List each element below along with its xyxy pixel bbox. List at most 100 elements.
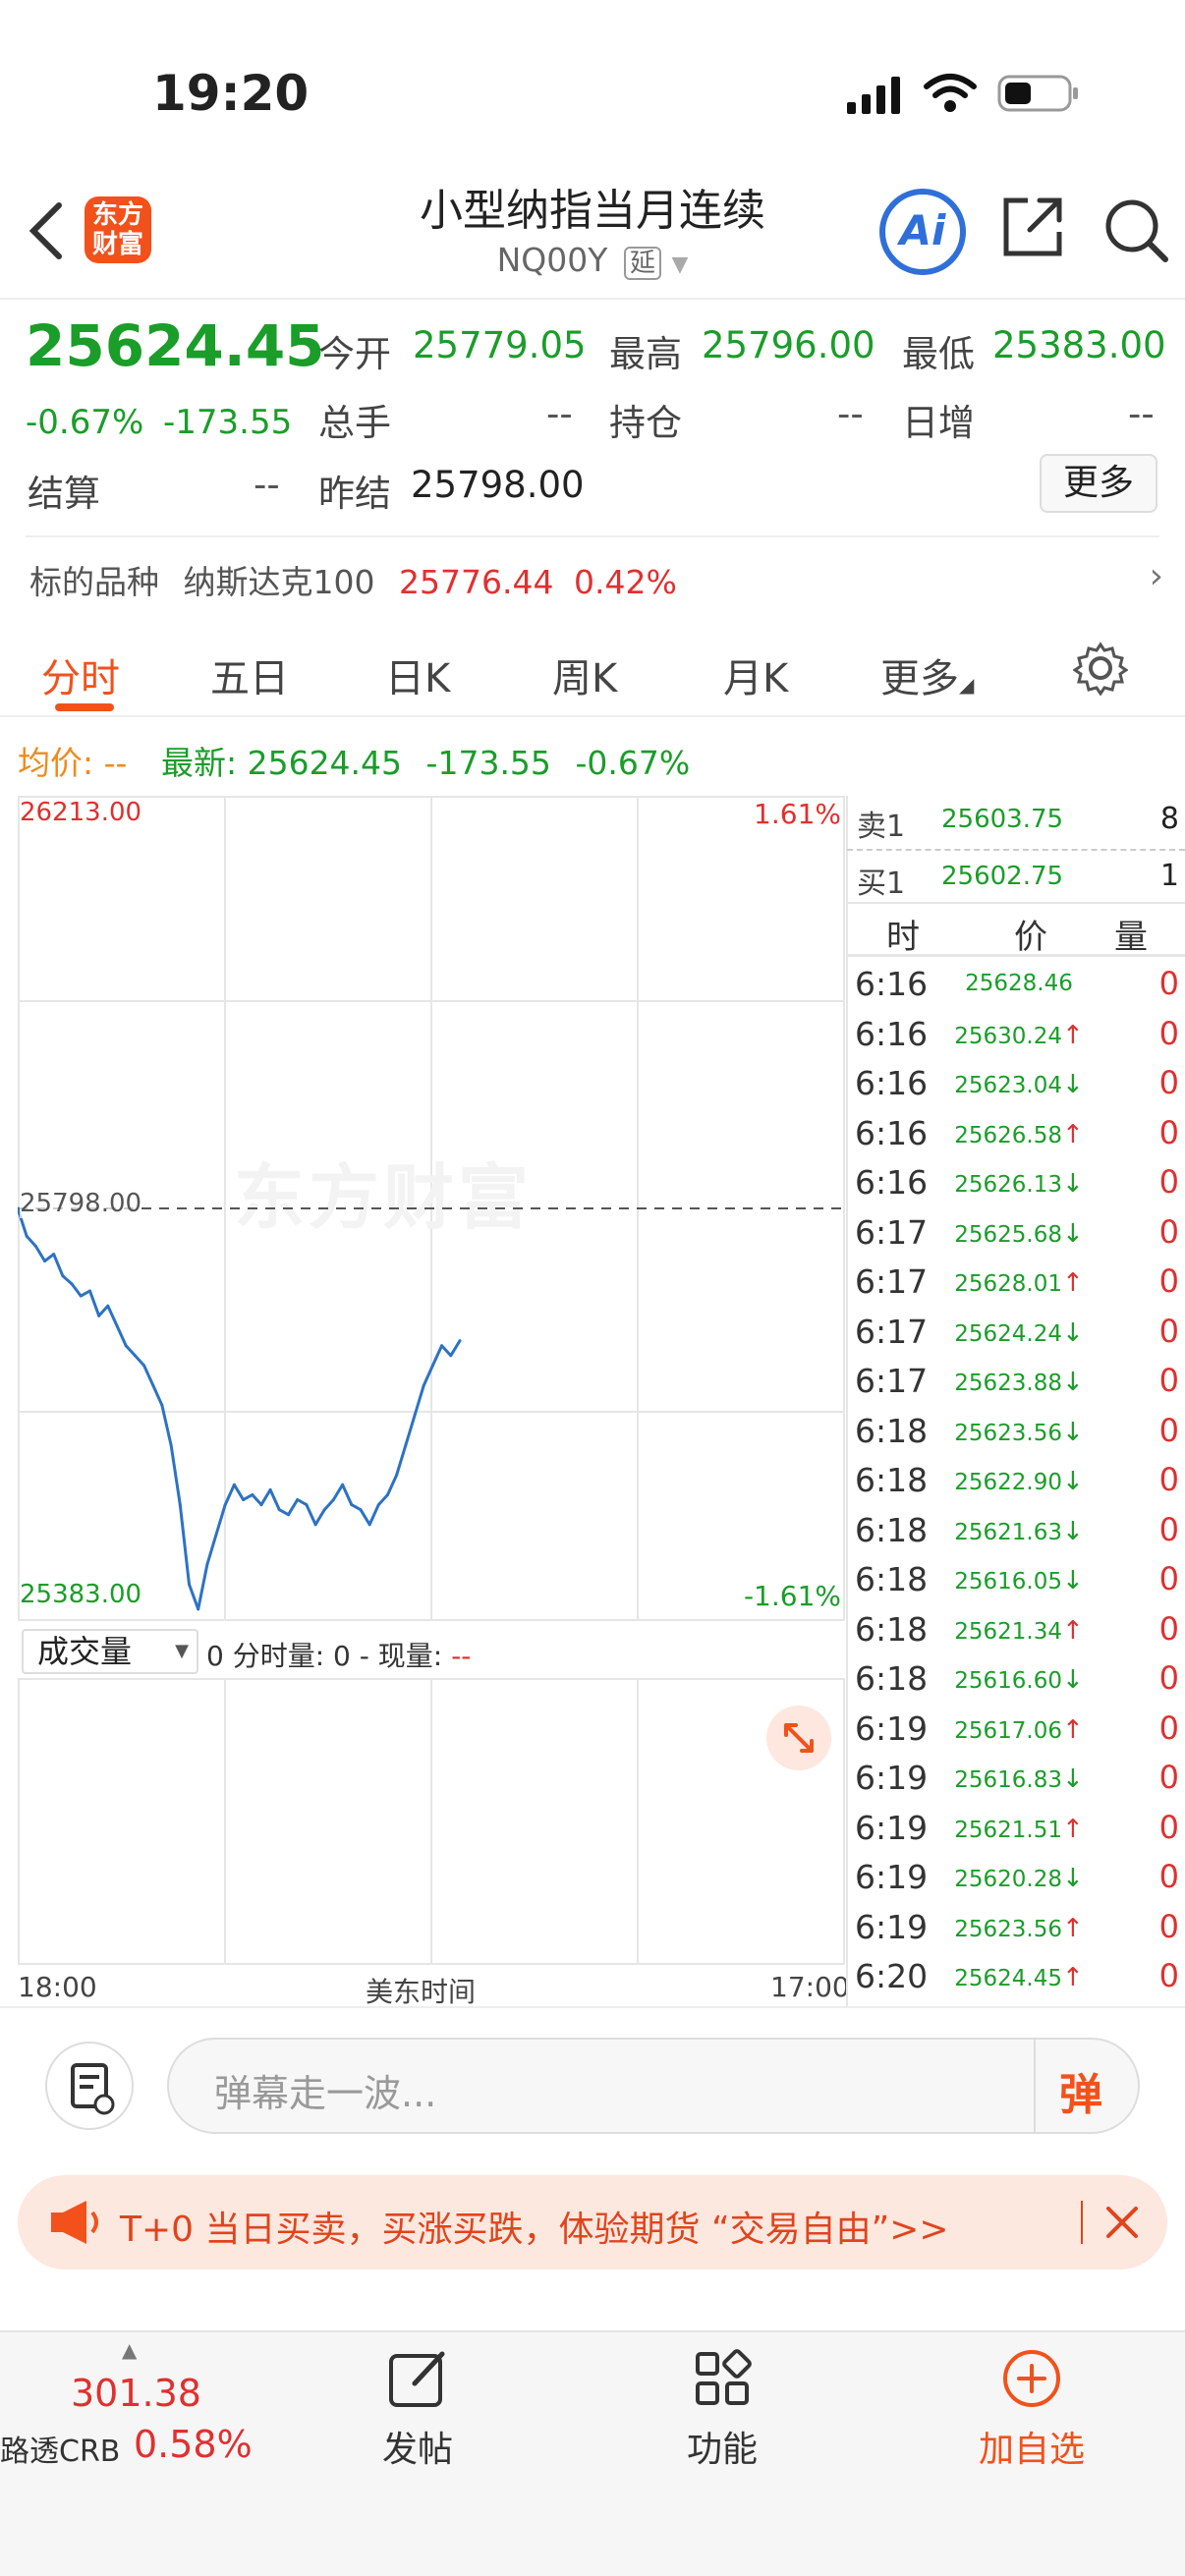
trade-qty: 0: [1158, 965, 1179, 1002]
expand-icon[interactable]: [766, 1706, 831, 1770]
trade-qty: 0: [1158, 1708, 1179, 1747]
tab-monthly-k[interactable]: 月K: [723, 646, 788, 703]
price-series-line: [18, 1207, 462, 1611]
trade-price: 25628.46: [926, 971, 1112, 996]
price-point: [52, 1253, 56, 1257]
trade-row: 6:20 25624.45↑ 0: [847, 1951, 1185, 2001]
trade-price: 25630.24↑: [926, 1021, 1112, 1050]
promo-banner[interactable]: T+0 当日买卖，买涨买跌，体验期货 “交易自由”>>: [18, 2175, 1167, 2269]
price-point: [25, 1234, 28, 1238]
trade-price: 25624.45↑: [926, 1963, 1112, 1992]
more-button[interactable]: 更多: [1040, 454, 1157, 513]
trade-row: 6:18 25616.60↓ 0: [847, 1653, 1185, 1704]
trade-price-value: 25628.01: [954, 1271, 1062, 1297]
trade-qty: 0: [1158, 1163, 1179, 1201]
trade-qty: 0: [1158, 1759, 1179, 1796]
trades-list[interactable]: 6:16 25628.46 0 6:16 25630.24↑ 0 6:16 25623.04↓…: [847, 959, 1185, 2000]
share-icon[interactable]: [1000, 195, 1065, 263]
search-icon[interactable]: [1102, 196, 1171, 269]
trade-time: 6:16: [855, 1163, 929, 1202]
trade-price: 25623.04↓: [926, 1070, 1112, 1099]
close-icon[interactable]: [1102, 2203, 1142, 2246]
open-value: 25779.05: [413, 324, 587, 366]
arrow-down-icon: ↓: [1061, 1566, 1084, 1596]
functions-button[interactable]: 功能: [668, 2346, 776, 2493]
daily-inc-label: 日增: [902, 402, 975, 444]
trade-qty: 0: [1158, 1461, 1179, 1498]
tab-five-day[interactable]: 五日: [210, 646, 289, 703]
tab-intraday[interactable]: 分时: [41, 646, 120, 703]
ai-button[interactable]: Ai: [879, 189, 966, 275]
grid-icon: [696, 2349, 752, 2405]
trade-time: 6:19: [855, 1708, 929, 1748]
trade-price-value: 25623.56: [954, 1916, 1062, 1942]
caret-up-icon: ▲: [122, 2338, 138, 2362]
low-value: 25383.00: [992, 324, 1166, 366]
trade-price-value: 25624.45: [954, 1966, 1062, 1991]
tab-weekly-k[interactable]: 周K: [552, 646, 617, 703]
intraday-chart[interactable]: 东方财富 26213.00 1.61% 25798.00 25383.00 -1…: [18, 796, 845, 1621]
trade-price: 25617.06↑: [926, 1715, 1112, 1745]
trade-time: 6:19: [855, 1858, 929, 1896]
trade-time: 6:19: [855, 1907, 929, 1946]
trade-row: 6:16 25628.46 0: [847, 959, 1185, 1009]
volume-selector[interactable]: 成交量 ▼: [22, 1629, 198, 1674]
trade-time: 6:16: [855, 965, 929, 1003]
danmu-toggle[interactable]: [1034, 2040, 1036, 2132]
notes-icon[interactable]: [45, 2042, 134, 2130]
prev-settle-value: 25798.00: [411, 464, 585, 506]
underlying-row[interactable]: 标的品种 纳斯达克100 25776.44 0.42% ›: [29, 556, 1169, 605]
separator: [0, 2006, 1185, 2008]
settle-label: 结算: [28, 473, 100, 515]
arrow-down-icon: ↓: [1061, 1218, 1084, 1249]
plus-circle-icon: [1003, 2350, 1060, 2407]
index-name: 路透CRB: [0, 2435, 121, 2469]
price-point: [61, 1274, 65, 1278]
latest-change: -173.55: [425, 744, 551, 782]
price-point: [33, 1245, 37, 1248]
price-point: [386, 1493, 389, 1496]
daily-inc-value: --: [1128, 393, 1155, 435]
price-point: [430, 1364, 434, 1368]
danmu-placeholder: 弹幕走一波...: [214, 2072, 437, 2115]
trade-price-value: 25623.56: [954, 1420, 1062, 1446]
trade-row: 6:16 25626.13↓ 0: [847, 1157, 1185, 1207]
volume-info-text: 0 分时量: 0 - 现量:: [206, 1640, 443, 1672]
price-point: [404, 1443, 408, 1447]
trade-time: 6:16: [855, 1064, 929, 1102]
trade-price: 25621.63↓: [926, 1517, 1112, 1546]
arrow-up-icon: ↑: [1061, 1814, 1084, 1844]
trade-price-value: 25616.60: [954, 1668, 1062, 1694]
divider: [26, 535, 1159, 537]
trade-price: 25621.34↑: [926, 1616, 1112, 1646]
price-point: [367, 1523, 371, 1527]
volume-info-value: --: [451, 1640, 472, 1672]
post-button[interactable]: 发帖: [364, 2346, 472, 2493]
settings-gear-icon[interactable]: [1072, 641, 1129, 700]
index-ticker[interactable]: ▲ 301.38 路透CRB 0.58%: [0, 2332, 275, 2490]
trade-time: 6:18: [855, 1461, 929, 1499]
tab-daily-k[interactable]: 日K: [385, 646, 450, 703]
arrow-up-icon: ↑: [1061, 1963, 1084, 1992]
trade-row: 6:19 25621.51↑ 0: [847, 1803, 1185, 1853]
arrow-down-icon: ↓: [1061, 1467, 1084, 1496]
price-point: [440, 1344, 444, 1348]
price-point: [160, 1403, 164, 1407]
latest-label: 最新:: [160, 744, 238, 782]
tab-more[interactable]: 更多◢: [880, 646, 974, 703]
danmu-input[interactable]: 弹幕走一波... 弹: [167, 2038, 1140, 2134]
trade-row: 6:19 25623.56↑ 0: [847, 1902, 1185, 1952]
trade-price-value: 25630.24: [954, 1023, 1062, 1049]
change-pct: -0.67%: [26, 403, 144, 442]
trade-row: 6:17 25624.24↓ 0: [847, 1307, 1185, 1357]
trade-qty: 0: [1158, 1262, 1179, 1300]
volume-chart[interactable]: [18, 1678, 845, 1965]
price-point: [169, 1443, 173, 1447]
trade-price: 25623.56↓: [926, 1418, 1112, 1447]
add-watchlist-button[interactable]: 加自选: [963, 2346, 1100, 2493]
post-label: 发帖: [381, 2430, 453, 2470]
wifi-icon: [924, 73, 977, 118]
trade-price-value: 25623.88: [954, 1371, 1062, 1396]
trade-row: 6:17 25625.68↓ 0: [847, 1207, 1185, 1258]
trade-time: 6:18: [855, 1510, 929, 1549]
